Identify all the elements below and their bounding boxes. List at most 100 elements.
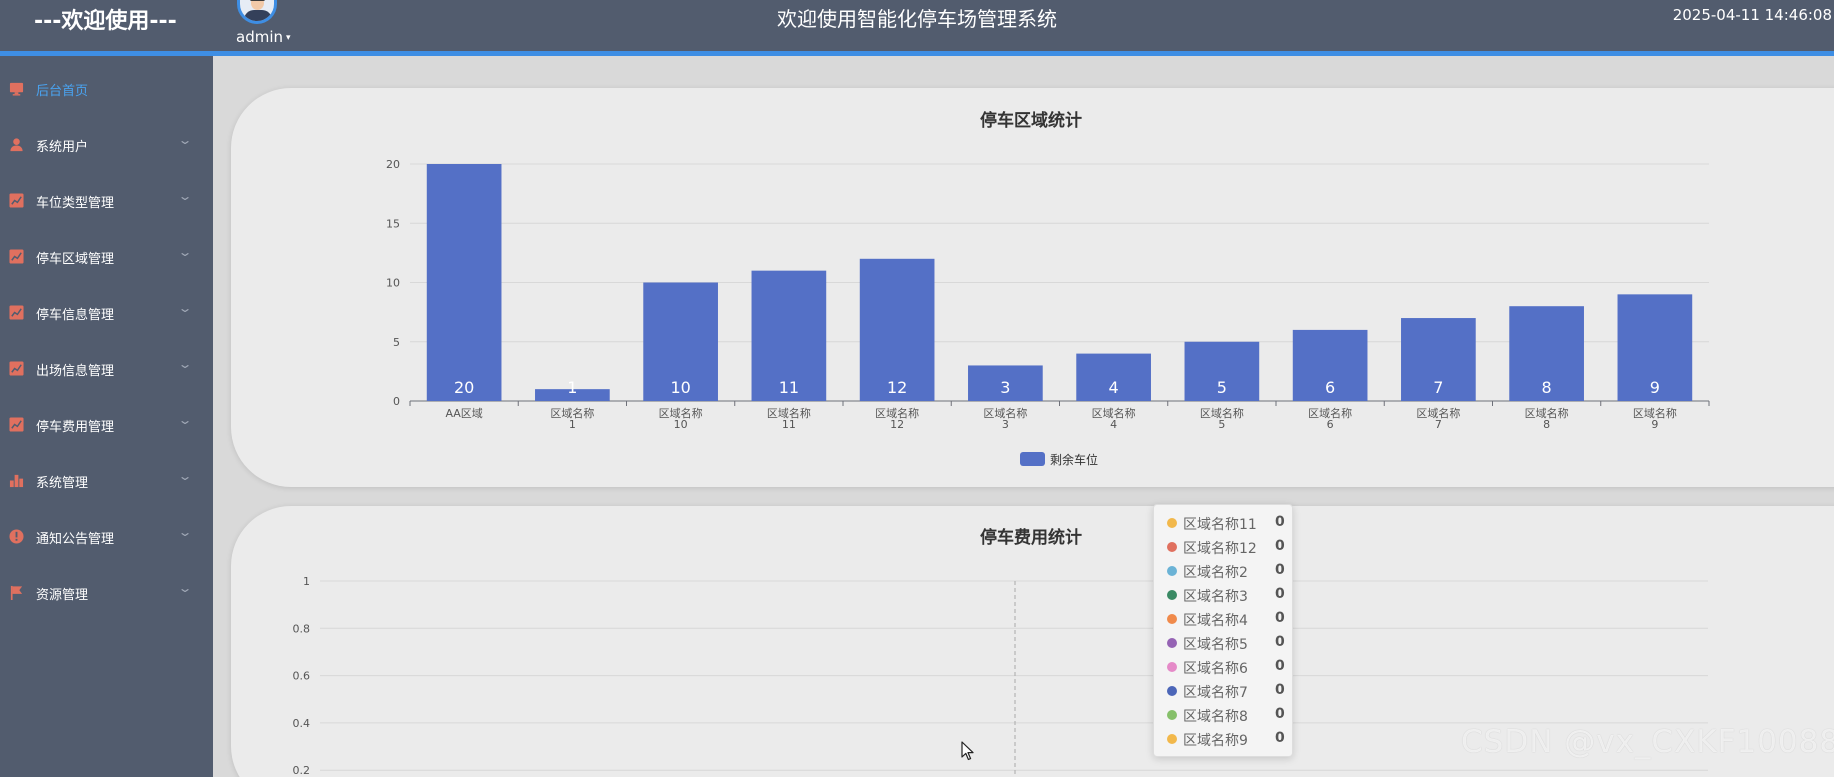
line-chart-icon [9, 193, 24, 208]
bar-value-label: 1 [567, 378, 577, 397]
x-tick-label: 7 [1435, 418, 1442, 431]
avatar-hair [250, 0, 265, 1]
tooltip-series-name: 区域名称12 [1183, 541, 1257, 557]
sidebar-item-notices[interactable]: 通知公告管理 ⌄ [0, 509, 213, 565]
x-tick-label: 10 [674, 418, 688, 431]
tooltip-series-name: 区域名称7 [1183, 685, 1248, 701]
sidebar-item-resources[interactable]: 资源管理 ⌄ [0, 565, 213, 621]
chart-tooltip: 区域名称11 0 区域名称12 0 区域名称2 0 区域名称3 0 区域名称4 0 区域名称5 0 区域… [1153, 504, 1293, 757]
bar-value-label: 8 [1542, 378, 1552, 397]
x-tick-label: 8 [1543, 418, 1550, 431]
sidebar-item-label: 车位类型管理 [36, 196, 115, 211]
sidebar-item-label: 资源管理 [36, 588, 89, 603]
tooltip-row: 区域名称3 0 [1164, 584, 1289, 605]
tooltip-series-name: 区域名称8 [1183, 709, 1248, 725]
line-chart-icon [9, 361, 24, 376]
sidebar-item-label: 通知公告管理 [36, 532, 115, 547]
tooltip-series-dot [1167, 590, 1177, 600]
tooltip-row: 区域名称7 0 [1164, 680, 1289, 701]
tooltip-series-dot [1167, 638, 1177, 648]
x-tick-label: 11 [782, 418, 796, 431]
bar-value-label: 3 [1000, 378, 1010, 397]
tooltip-series-dot [1167, 614, 1177, 624]
tooltip-series-value: 0 [1275, 634, 1285, 650]
sidebar-item-parking-areas[interactable]: 停车区域管理 ⌄ [0, 229, 213, 285]
bar [426, 164, 502, 401]
chevron-down-icon: ⌄ [177, 469, 193, 483]
tooltip-series-value: 0 [1275, 730, 1285, 746]
sidebar-item-parking-fees[interactable]: 停车费用管理 ⌄ [0, 397, 213, 453]
sidebar-item-label: 停车信息管理 [36, 308, 115, 323]
sidebar-item-dashboard[interactable]: 后台首页 [0, 61, 213, 117]
top-header: ---欢迎使用--- admin ▾ 欢迎使用智能化停车场管理系统 2025-04… [0, 0, 1834, 51]
chevron-down-icon: ⌄ [177, 357, 193, 371]
chevron-down-icon: ⌄ [177, 245, 193, 259]
x-tick-label: 4 [1110, 418, 1117, 431]
sidebar: 后台首页 系统用户 ⌄ 车位类型管理 ⌄ 停车区域管理 ⌄ 停车信息管理 ⌄ 出… [0, 56, 213, 777]
sidebar-item-exit-info[interactable]: 出场信息管理 ⌄ [0, 341, 213, 397]
chevron-down-icon: ⌄ [177, 581, 193, 595]
line-chart-icon [9, 305, 24, 320]
mouse-cursor-icon [961, 741, 974, 761]
area-stats-chart: 0510152020AA区域1区域名称110区域名称1011区域名称1112区域… [386, 158, 1710, 431]
x-tick-label: AA区域 [445, 407, 482, 420]
x-tick-label: 3 [1002, 418, 1009, 431]
bar-chart-icon [9, 474, 24, 488]
chevron-down-icon: ⌄ [177, 133, 193, 147]
sidebar-item-label: 系统管理 [36, 476, 89, 491]
tooltip-series-value: 0 [1275, 658, 1285, 674]
tooltip-series-dot [1167, 662, 1177, 672]
sidebar-item-system-management[interactable]: 系统管理 ⌄ [0, 453, 213, 509]
header-accent-bar [0, 51, 1834, 56]
x-tick-label: 12 [890, 418, 904, 431]
tooltip-series-dot [1167, 734, 1177, 744]
bar-value-label: 12 [887, 378, 907, 397]
bar-value-label: 7 [1433, 378, 1443, 397]
y-tick-label: 0.8 [293, 622, 311, 635]
fee-stats-title: 停车费用统计 [980, 528, 1082, 548]
chevron-down-icon: ⌄ [177, 189, 193, 203]
y-tick-label: 0 [393, 395, 400, 408]
y-tick-label: 1 [303, 575, 310, 588]
y-tick-label: 10 [386, 277, 400, 290]
sidebar-item-label: 停车区域管理 [36, 252, 115, 267]
tooltip-series-name: 区域名称9 [1183, 733, 1248, 749]
area-stats-card: 0 5 10 15 20 20 AA区域 1 区域名称 1 10 区域名称 10 11 区域名称 11 12 区域… [231, 88, 1834, 487]
chevron-down-icon: ⌄ [177, 525, 193, 539]
tooltip-series-value: 0 [1275, 682, 1285, 698]
sidebar-item-label: 后台首页 [36, 84, 89, 99]
line-chart-icon [9, 249, 24, 264]
sidebar-item-parking-info[interactable]: 停车信息管理 ⌄ [0, 285, 213, 341]
sidebar-item-space-types[interactable]: 车位类型管理 ⌄ [0, 173, 213, 229]
line-chart-icon [9, 417, 24, 432]
tooltip-series-value: 0 [1275, 706, 1285, 722]
system-title: 欢迎使用智能化停车场管理系统 [777, 7, 1057, 31]
sidebar-item-label: 出场信息管理 [36, 364, 115, 379]
bar-value-label: 20 [454, 378, 474, 397]
tooltip-series-name: 区域名称2 [1183, 565, 1248, 581]
tooltip-series-name: 区域名称11 [1183, 517, 1257, 533]
tooltip-series-value: 0 [1275, 514, 1285, 530]
y-tick-label: 5 [393, 336, 400, 349]
x-tick-label: 5 [1218, 418, 1225, 431]
bar-value-label: 10 [670, 378, 690, 397]
x-tick-label: 1 [569, 418, 576, 431]
flag-icon [10, 585, 23, 600]
y-tick-label: 0.2 [293, 764, 311, 777]
chevron-down-icon[interactable]: ▾ [286, 33, 291, 43]
y-tick-label: 20 [386, 158, 400, 171]
tooltip-series-name: 区域名称3 [1183, 589, 1248, 605]
legend-label: 剩余车位 [1050, 453, 1099, 467]
tooltip-series-dot [1167, 542, 1177, 552]
chevron-down-icon: ⌄ [177, 413, 193, 427]
tooltip-series-value: 0 [1275, 538, 1285, 554]
area-stats-title: 停车区域统计 [980, 111, 1082, 131]
tooltip-series-value: 0 [1275, 562, 1285, 578]
datetime: 2025-04-11 14:46:08 [1672, 6, 1832, 24]
x-tick-label: 6 [1327, 418, 1334, 431]
sidebar-item-system-users[interactable]: 系统用户 ⌄ [0, 117, 213, 173]
info-icon [9, 529, 24, 544]
tooltip-series-value: 0 [1275, 586, 1285, 602]
bar-value-label: 9 [1650, 378, 1660, 397]
x-tick-label: 9 [1651, 418, 1658, 431]
